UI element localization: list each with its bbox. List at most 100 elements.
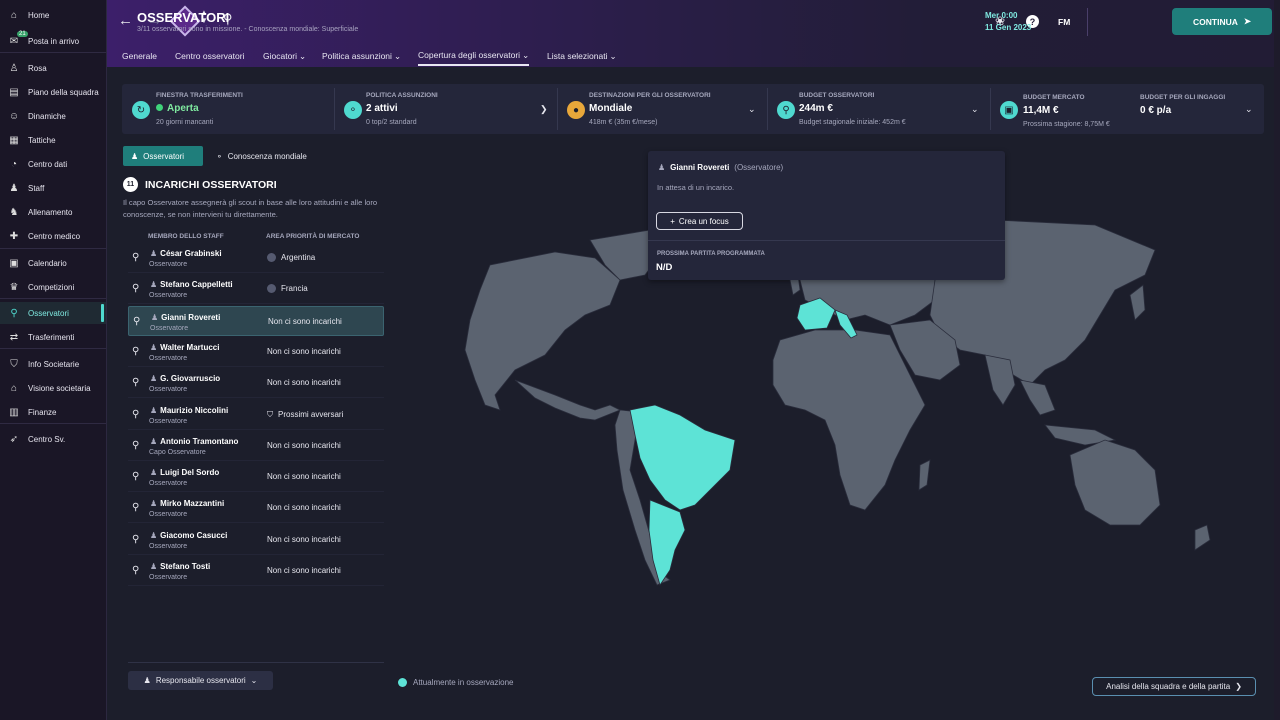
scout-row[interactable]: ⚲ ♟ Maurizio Niccolini Osservatore ⛉ Prossimi… (128, 400, 384, 430)
sidebar-item-piano-della-squadra[interactable]: ▤ Piano della squadra (0, 81, 106, 103)
tab-generale[interactable]: Generale (122, 46, 157, 66)
scout-name[interactable]: ♟ Mirko Mazzantini (150, 499, 224, 508)
sidebar-item-visione-societaria[interactable]: ⌂ Visione societaria (0, 377, 106, 399)
sidebar-item-centro-sv-[interactable]: ➶ Centro Sv. (0, 428, 106, 450)
scout-name[interactable]: ♟ G. Giovarruscio (150, 374, 220, 383)
sidebar-item-label: Rosa (28, 63, 47, 73)
sidebar-item-home[interactable]: ⌂ Home (0, 4, 106, 26)
scrollbar[interactable] (1274, 0, 1280, 720)
search-icon[interactable]: ⚲ (132, 565, 139, 576)
sidebar-item-info-societarie[interactable]: ⛉ Info Societarie (0, 353, 106, 375)
sidebar-item-tattiche[interactable]: ▦ Tattiche (0, 129, 106, 151)
search-icon[interactable]: ⚲ (132, 283, 139, 294)
column-header-staff: MEMBRO DELLO STAFF (148, 233, 224, 240)
scout-name[interactable]: ♟ Giacomo Casucci (150, 531, 227, 540)
scout-row[interactable]: ⚲ ♟ Giacomo Casucci Osservatore Non ci sono … (128, 525, 384, 555)
transfer-window-label: FINESTRA TRASFERIMENTI (156, 92, 243, 99)
market-area[interactable]: Argentina (267, 253, 315, 262)
scout-row[interactable]: ⚲ ♟ G. Giovarruscio Osservatore Non ci sono … (128, 368, 384, 399)
scouting-budget-panel[interactable]: ⚲ BUDGET OSSERVATORI 244m € Budget stagi… (768, 84, 990, 134)
market-area[interactable]: ⛉ Prossimi avversari (267, 410, 343, 420)
sidebar-item-posta-in-arrivo[interactable]: ✉ 21 Posta in arrivo (0, 30, 106, 52)
tab-copertura-degli-osservatori[interactable]: Copertura degli osservatori ⌄ (418, 46, 530, 66)
scout-name[interactable]: ♟ Antonio Tramontano (150, 437, 238, 446)
search-icon[interactable]: ⚲ (132, 409, 139, 420)
search-icon[interactable]: ⚲ (132, 440, 139, 451)
market-area[interactable]: Non ci sono incarichi (267, 566, 341, 575)
scout-row[interactable]: ⚲ ♟ Stefano Tosti Osservatore Non ci sono in… (128, 556, 384, 586)
search-icon[interactable]: ⚲ (133, 316, 140, 327)
sidebar-item-calendario[interactable]: ▣ Calendario (0, 252, 106, 274)
market-area[interactable]: Francia (267, 284, 308, 294)
back-arrow-icon[interactable]: ← (118, 12, 133, 29)
tab-label: Giocatori (263, 51, 298, 61)
scout-name[interactable]: ♟ Gianni Rovereti (151, 313, 220, 322)
search-icon[interactable]: ⚲ (132, 377, 139, 388)
scout-name[interactable]: ♟ César Grabinski (150, 249, 222, 258)
game-date[interactable]: Mer 0:00 11 Gen 2023 (985, 10, 1031, 34)
sidebar-item-allenamento[interactable]: ♞ Allenamento (0, 201, 106, 223)
budget-panel[interactable]: ▣ BUDGET MERCATO 11,4M € Prossima stagio… (991, 84, 1264, 134)
hiring-policy-panel[interactable]: ⚬ POLITICA ASSUNZIONI 2 attivi 0 top/2 s… (335, 84, 557, 134)
scout-name[interactable]: ♟ Stefano Cappelletti (150, 280, 233, 289)
search-icon[interactable]: ⚲ (132, 471, 139, 482)
chevron-right-icon[interactable]: ❯ (540, 104, 548, 115)
tab-centro-osservatori[interactable]: Centro osservatori (175, 46, 244, 66)
sidebar-item-osservatori[interactable]: ⚲ Osservatori (0, 302, 106, 324)
scout-row[interactable]: ⚲ ♟ Mirko Mazzantini Osservatore Non ci sono… (128, 493, 384, 524)
sidebar-item-finanze[interactable]: ▥ Finanze (0, 401, 106, 423)
scout-name[interactable]: ♟ Maurizio Niccolini (150, 406, 228, 415)
scout-role: Osservatore (149, 417, 188, 425)
sidebar-item-trasferimenti[interactable]: ⇄ Trasferimenti (0, 326, 106, 348)
scout-row[interactable]: ⚲ ♟ Antonio Tramontano Capo Osservatore Non … (128, 431, 384, 461)
sidebar-item-competizioni[interactable]: ♛ Competizioni (0, 276, 106, 298)
market-area[interactable]: Non ci sono incarichi (268, 317, 342, 326)
scout-name[interactable]: ♟ Walter Martucci (150, 343, 219, 352)
responsible-scouts-button[interactable]: ♟ Responsabile osservatori ⌄ (128, 671, 273, 690)
market-area-text: Francia (281, 284, 308, 294)
sidebar-item-label: Staff (28, 183, 45, 193)
scout-row[interactable]: ⚲ ♟ Walter Martucci Osservatore Non ci sono … (128, 337, 384, 367)
popup-scout-name[interactable]: Gianni Rovereti (670, 163, 729, 172)
search-icon[interactable]: ⚲ (132, 346, 139, 357)
market-area[interactable]: Non ci sono incarichi (267, 378, 341, 387)
chevron-down-icon[interactable]: ⌄ (971, 104, 979, 115)
tab-giocatori[interactable]: Giocatori ⌄ (263, 46, 306, 66)
dynamics-icon: ☺ (8, 110, 20, 122)
tab-lista-selezionati[interactable]: Lista selezionati ⌄ (547, 46, 617, 66)
sidebar-item-label: Tattiche (28, 135, 56, 145)
market-area[interactable]: Non ci sono incarichi (267, 472, 341, 481)
sidebar-item-staff[interactable]: ♟ Staff (0, 177, 106, 199)
scouts-toggle-button[interactable]: ♟ Osservatori (123, 146, 203, 166)
person-icon: ♟ (150, 468, 158, 478)
sidebar-item-centro-medico[interactable]: ✚ Centro medico (0, 225, 106, 247)
calendar-icon: ▣ (9, 257, 19, 269)
continue-button[interactable]: CONTINUA ➤ (1172, 8, 1272, 35)
scout-name[interactable]: ♟ Stefano Tosti (150, 562, 210, 571)
scout-row[interactable]: ⚲ ♟ Gianni Rovereti Osservatore Non ci sono … (128, 305, 384, 336)
create-focus-button[interactable]: + Crea un focus (656, 212, 743, 230)
chevron-down-icon[interactable]: ⌄ (1245, 104, 1253, 115)
search-icon[interactable]: ⚲ (132, 502, 139, 513)
sidebar-item-dinamiche[interactable]: ☺ Dinamiche (0, 105, 106, 127)
transfer-window-panel[interactable]: ↻ FINESTRA TRASFERIMENTI Aperta 20 giorn… (122, 84, 334, 134)
analysis-button[interactable]: Analisi della squadra e della partita ❯ (1092, 677, 1256, 696)
tab-politica-assunzioni[interactable]: Politica assunzioni ⌄ (322, 46, 401, 66)
fm-menu-button[interactable]: FM (1058, 17, 1070, 27)
globe-icon: ⚬ (344, 101, 362, 119)
sidebar-item-rosa[interactable]: ♙ Rosa (0, 57, 106, 79)
scout-name[interactable]: ♟ Luigi Del Sordo (150, 468, 219, 477)
market-area[interactable]: Non ci sono incarichi (267, 503, 341, 512)
destinations-panel[interactable]: ● DESTINAZIONI PER GLI OSSERVATORI Mondi… (558, 84, 767, 134)
scout-row[interactable]: ⚲ ♟ Luigi Del Sordo Osservatore Non ci sono … (128, 462, 384, 493)
search-icon[interactable]: ⚲ (132, 252, 139, 263)
search-icon[interactable]: ⚲ (132, 534, 139, 545)
market-area[interactable]: Non ci sono incarichi (267, 347, 341, 356)
market-area[interactable]: Non ci sono incarichi (267, 441, 341, 450)
scout-row[interactable]: ⚲ ♟ César Grabinski Osservatore Argentina (128, 243, 384, 273)
chevron-down-icon[interactable]: ⌄ (748, 104, 756, 115)
scout-row[interactable]: ⚲ ♟ Stefano Cappelletti Osservatore Francia (128, 274, 384, 305)
sidebar-item-centro-dati[interactable]: ◔ Centro dati (0, 153, 106, 175)
world-knowledge-toggle-button[interactable]: ⚬ Conoscenza mondiale (208, 146, 315, 166)
market-area[interactable]: Non ci sono incarichi (267, 535, 341, 544)
